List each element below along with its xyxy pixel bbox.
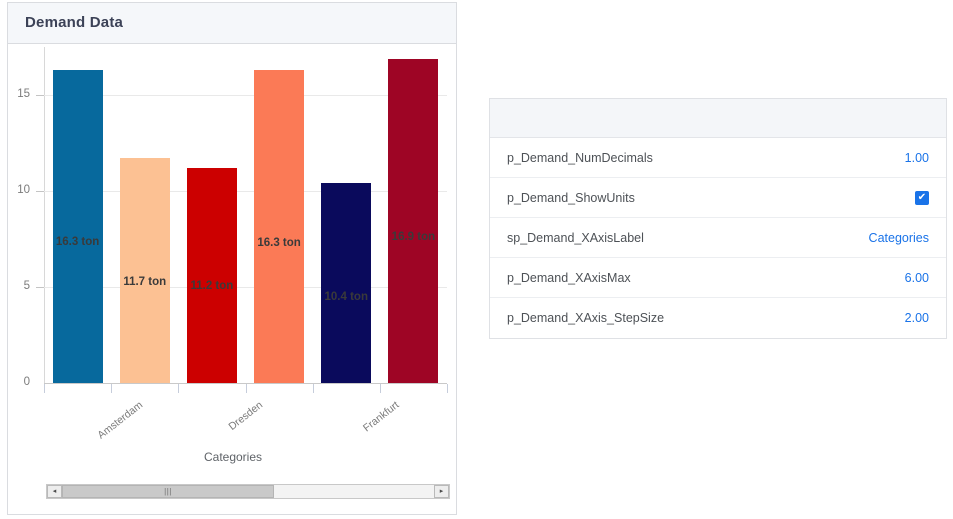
x-tick-mark xyxy=(245,384,247,393)
bar[interactable] xyxy=(321,183,372,383)
demand-data-chart-panel: Demand Data 0 5 10 15 16.3 ton 11.7 ton 11.2 … xyxy=(7,2,457,515)
x-tick-mark xyxy=(447,384,448,393)
parameter-value[interactable]: Categories xyxy=(869,231,929,245)
y-tick-label: 0 xyxy=(23,376,30,388)
y-axis-line xyxy=(44,47,45,384)
bar-value-label: 16.3 ton xyxy=(55,236,100,248)
x-tick-mark xyxy=(379,384,381,393)
y-tick-mark xyxy=(36,191,44,192)
y-tick-label: 10 xyxy=(17,184,30,196)
bar[interactable] xyxy=(119,158,170,383)
x-tick-mark xyxy=(178,384,180,393)
bar[interactable] xyxy=(388,58,439,383)
x-tick-label: Frankfurt xyxy=(361,399,402,435)
y-tick-label: 15 xyxy=(17,88,30,100)
y-tick-mark xyxy=(36,95,44,96)
parameter-value[interactable]: 6.00 xyxy=(905,271,929,285)
scroll-right-button[interactable]: ▸ xyxy=(434,485,449,498)
page-title: Demand Data xyxy=(25,14,124,31)
triangle-right-icon: ▸ xyxy=(439,488,444,495)
parameter-name: p_Demand_XAxisMax xyxy=(507,270,631,285)
screen: Demand Data 0 5 10 15 16.3 ton 11.7 ton 11.2 … xyxy=(0,0,953,519)
x-axis-title: Categories xyxy=(203,450,263,464)
table-row[interactable]: p_Demand_XAxis_StepSize 2.00 xyxy=(490,298,946,338)
demand-settings-table: p_Demand_NumDecimals 1.00 p_Demand_ShowUni… xyxy=(489,98,947,339)
scrollbar-thumb[interactable]: ||| xyxy=(62,485,275,498)
bar-value-label: 11.2 ton xyxy=(190,280,234,292)
table-row[interactable]: p_Demand_ShowUnits ✔ xyxy=(490,178,946,218)
table-row[interactable]: sp_Demand_XAxisLabel Categories xyxy=(490,218,946,258)
x-tick-mark xyxy=(312,384,314,393)
table-body: p_Demand_NumDecimals 1.00 p_Demand_ShowUni… xyxy=(490,138,946,338)
parameter-value[interactable]: 1.00 xyxy=(905,151,929,165)
x-tick-label: Amsterdam xyxy=(94,399,145,442)
bar-value-label: 10.4 ton xyxy=(324,291,368,303)
parameter-name: sp_Demand_XAxisLabel xyxy=(507,230,644,245)
scrollbar-track[interactable]: ||| xyxy=(62,485,434,498)
x-tick-label: Dresden xyxy=(226,399,265,433)
table-row[interactable]: p_Demand_NumDecimals 1.00 xyxy=(490,138,946,178)
chart-horizontal-scrollbar[interactable]: ◂ ||| ▸ xyxy=(46,484,450,499)
bar[interactable] xyxy=(254,70,305,383)
bar-value-label: 16.9 ton xyxy=(391,231,436,243)
parameter-name: p_Demand_NumDecimals xyxy=(507,150,653,165)
parameter-value[interactable]: 2.00 xyxy=(905,311,929,325)
checkbox-checked-icon[interactable]: ✔ xyxy=(915,190,929,205)
bar[interactable] xyxy=(52,70,103,383)
gridline xyxy=(44,191,447,192)
x-tick-mark xyxy=(44,384,45,393)
triangle-left-icon: ◂ xyxy=(52,488,57,495)
table-row[interactable]: p_Demand_XAxisMax 6.00 xyxy=(490,258,946,298)
gridline xyxy=(44,95,447,96)
bar-value-label: 16.3 ton xyxy=(257,237,301,249)
scroll-left-button[interactable]: ◂ xyxy=(47,485,62,498)
bar[interactable] xyxy=(186,167,237,383)
parameter-name: p_Demand_XAxis_StepSize xyxy=(507,311,665,325)
table-header-row xyxy=(490,99,946,138)
grip-icon: ||| xyxy=(164,487,172,496)
x-tick-mark xyxy=(111,384,113,393)
y-tick-mark xyxy=(36,287,44,288)
y-tick-label: 5 xyxy=(23,280,30,292)
parameter-name: p_Demand_ShowUnits xyxy=(507,190,635,205)
